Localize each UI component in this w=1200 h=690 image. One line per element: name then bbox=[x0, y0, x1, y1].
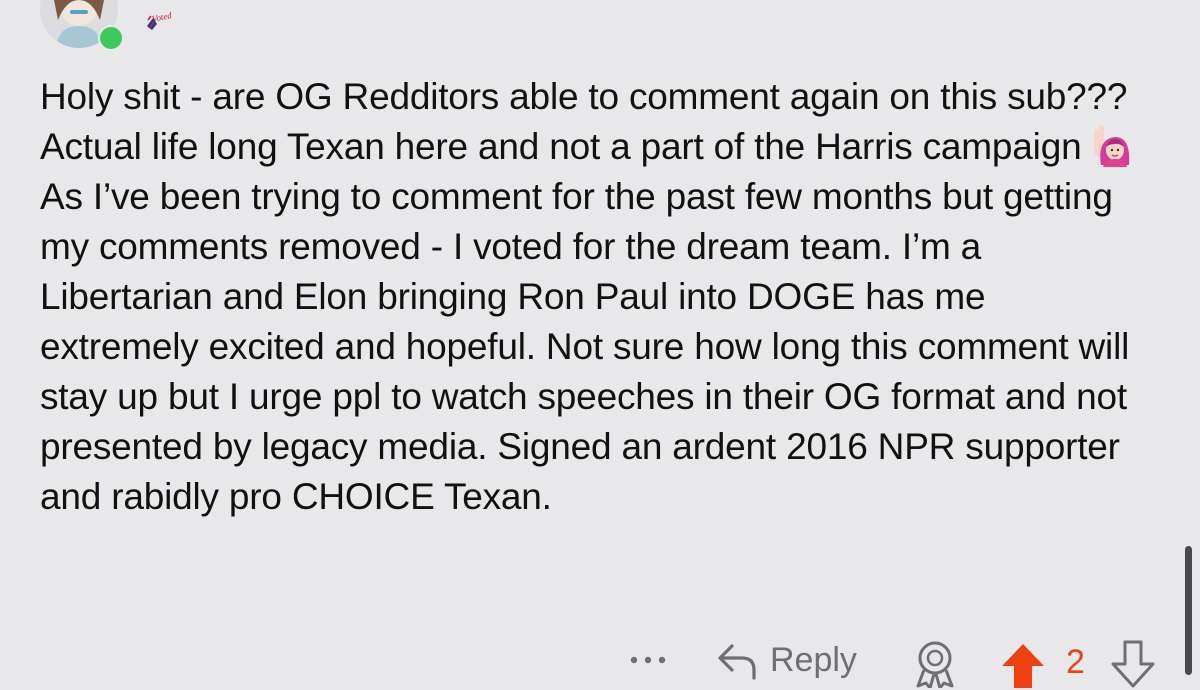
woman-raising-hand-emoji-icon bbox=[1094, 125, 1130, 167]
comment-body: Holy shit - are OG Redditors able to com… bbox=[40, 72, 1150, 522]
upvote-arrow-icon[interactable] bbox=[1000, 642, 1046, 688]
more-dots-icon[interactable] bbox=[628, 654, 668, 666]
reply-button[interactable]: Reply bbox=[716, 640, 857, 690]
online-status-indicator bbox=[98, 25, 124, 51]
award-icon[interactable] bbox=[910, 638, 960, 688]
comment-text-part-2: As I’ve been trying to comment for the p… bbox=[40, 176, 1130, 517]
reply-label: Reply bbox=[770, 641, 857, 679]
vote-score: 2 bbox=[1066, 643, 1085, 681]
reply-arrow-icon bbox=[718, 644, 756, 680]
comment-text-part-1: Holy shit - are OG Redditors able to com… bbox=[40, 76, 1128, 167]
downvote-arrow-icon[interactable] bbox=[1110, 640, 1156, 688]
scrollbar[interactable] bbox=[1185, 546, 1192, 675]
comment-action-bar: Reply 2 bbox=[0, 630, 1200, 690]
